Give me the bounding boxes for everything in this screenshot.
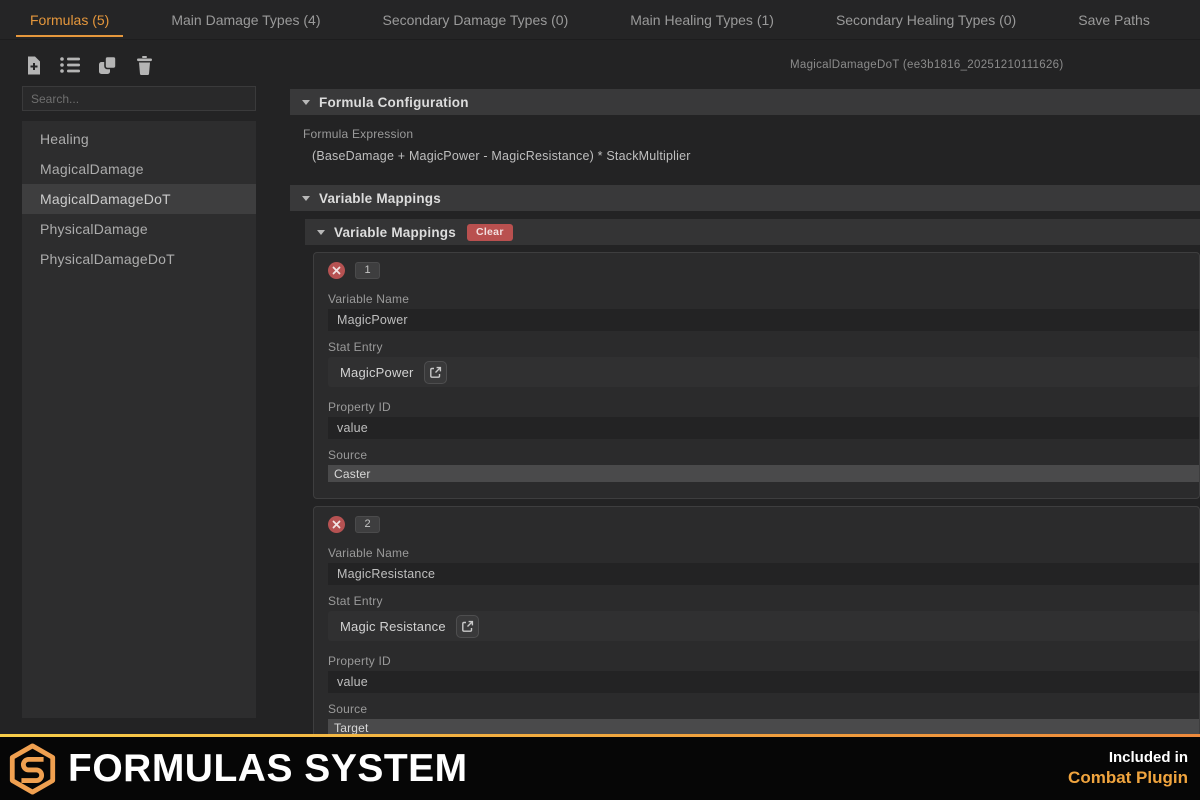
section-title: Variable Mappings bbox=[319, 190, 441, 206]
property-id-label: Property ID bbox=[328, 400, 391, 414]
entry-index-badge: 1 bbox=[355, 261, 380, 279]
property-id-input[interactable]: value bbox=[328, 671, 1199, 693]
sidebar: Healing MagicalDamage MagicalDamageDoT P… bbox=[22, 52, 256, 718]
source-label: Source bbox=[328, 702, 368, 716]
stat-entry-field: MagicPower bbox=[328, 357, 1199, 387]
tab-secondary-healing-types[interactable]: Secondary Healing Types (0) bbox=[820, 0, 1032, 39]
list-icon bbox=[60, 57, 80, 73]
clear-button[interactable]: Clear bbox=[466, 223, 513, 241]
variable-mappings-panel: Variable Mappings Clear 1 Variable Name … bbox=[305, 219, 1200, 753]
tab-secondary-damage-types[interactable]: Secondary Damage Types (0) bbox=[367, 0, 585, 39]
open-stat-entry-button[interactable] bbox=[455, 614, 479, 638]
list-item-magicaldamage[interactable]: MagicalDamage bbox=[22, 154, 256, 184]
section-title: Variable Mappings bbox=[334, 224, 456, 240]
source-label: Source bbox=[328, 448, 368, 462]
mapping-entry-2: 2 Variable Name MagicResistance Stat Ent… bbox=[313, 506, 1200, 753]
external-link-icon bbox=[429, 366, 441, 378]
close-icon bbox=[332, 520, 341, 528]
new-file-button[interactable] bbox=[22, 54, 44, 76]
remove-entry-button[interactable] bbox=[328, 515, 345, 533]
stat-entry-value: Magic Resistance bbox=[340, 618, 446, 634]
chevron-down-icon bbox=[317, 229, 325, 235]
property-id-label: Property ID bbox=[328, 654, 391, 668]
trash-icon bbox=[136, 55, 152, 75]
footer-title: FORMULAS SYSTEM bbox=[68, 746, 468, 790]
source-select[interactable]: Caster bbox=[328, 465, 1199, 482]
formulas-system-logo-icon bbox=[9, 742, 56, 795]
stat-entry-label: Stat Entry bbox=[328, 340, 383, 354]
list-item-healing[interactable]: Healing bbox=[22, 124, 256, 154]
variable-mappings-inner-header[interactable]: Variable Mappings Clear bbox=[305, 219, 1200, 245]
search-input[interactable] bbox=[22, 86, 256, 111]
tab-save-paths[interactable]: Save Paths bbox=[1062, 0, 1166, 39]
formula-expression-label: Formula Expression bbox=[303, 127, 414, 141]
variable-name-input[interactable]: MagicResistance bbox=[328, 563, 1199, 585]
duplicate-icon bbox=[98, 55, 117, 74]
property-id-input[interactable]: value bbox=[328, 417, 1199, 439]
new-file-icon bbox=[27, 56, 40, 74]
list-item-physicaldamage[interactable]: PhysicalDamage bbox=[22, 214, 256, 244]
tab-main-damage-types[interactable]: Main Damage Types (4) bbox=[155, 0, 336, 39]
formula-list: Healing MagicalDamage MagicalDamageDoT P… bbox=[22, 121, 256, 718]
open-stat-entry-button[interactable] bbox=[423, 360, 447, 384]
close-icon bbox=[332, 266, 341, 274]
variable-name-label: Variable Name bbox=[328, 292, 410, 306]
mapping-entry-1: 1 Variable Name MagicPower Stat Entry Ma… bbox=[313, 252, 1200, 499]
formula-expression-input[interactable]: (BaseDamage + MagicPower - MagicResistan… bbox=[303, 145, 1200, 167]
chevron-down-icon bbox=[302, 99, 310, 105]
variable-name-label: Variable Name bbox=[328, 546, 410, 560]
duplicate-button[interactable] bbox=[96, 54, 118, 76]
content-panel: MagicalDamageDoT (ee3b1816_2025121011162… bbox=[290, 40, 1200, 753]
footer-banner: FORMULAS SYSTEM Included in Combat Plugi… bbox=[0, 737, 1200, 800]
document-title: MagicalDamageDoT (ee3b1816_2025121011162… bbox=[790, 59, 1064, 71]
list-item-magicaldamagedot[interactable]: MagicalDamageDoT bbox=[22, 184, 256, 214]
tab-main-healing-types[interactable]: Main Healing Types (1) bbox=[614, 0, 790, 39]
stat-entry-field: Magic Resistance bbox=[328, 611, 1199, 641]
stat-entry-value: MagicPower bbox=[340, 364, 414, 380]
included-in-text: Included in bbox=[1108, 748, 1188, 766]
variable-mappings-header[interactable]: Variable Mappings bbox=[290, 185, 1200, 211]
formula-configuration-header[interactable]: Formula Configuration bbox=[290, 89, 1200, 115]
delete-button[interactable] bbox=[133, 54, 155, 76]
remove-entry-button[interactable] bbox=[328, 261, 345, 279]
stat-entry-label: Stat Entry bbox=[328, 594, 383, 608]
variable-name-input[interactable]: MagicPower bbox=[328, 309, 1199, 331]
section-title: Formula Configuration bbox=[319, 94, 469, 110]
entry-index-badge: 2 bbox=[355, 515, 380, 533]
list-view-button[interactable] bbox=[59, 54, 81, 76]
external-link-icon bbox=[461, 620, 473, 632]
plugin-name-text: Combat Plugin bbox=[1068, 768, 1188, 788]
chevron-down-icon bbox=[302, 195, 310, 201]
tab-formulas[interactable]: Formulas (5) bbox=[14, 0, 125, 39]
sidebar-toolbar bbox=[22, 52, 256, 78]
list-item-physicaldamagedot[interactable]: PhysicalDamageDoT bbox=[22, 244, 256, 274]
tab-bar: Formulas (5) Main Damage Types (4) Secon… bbox=[0, 0, 1200, 40]
